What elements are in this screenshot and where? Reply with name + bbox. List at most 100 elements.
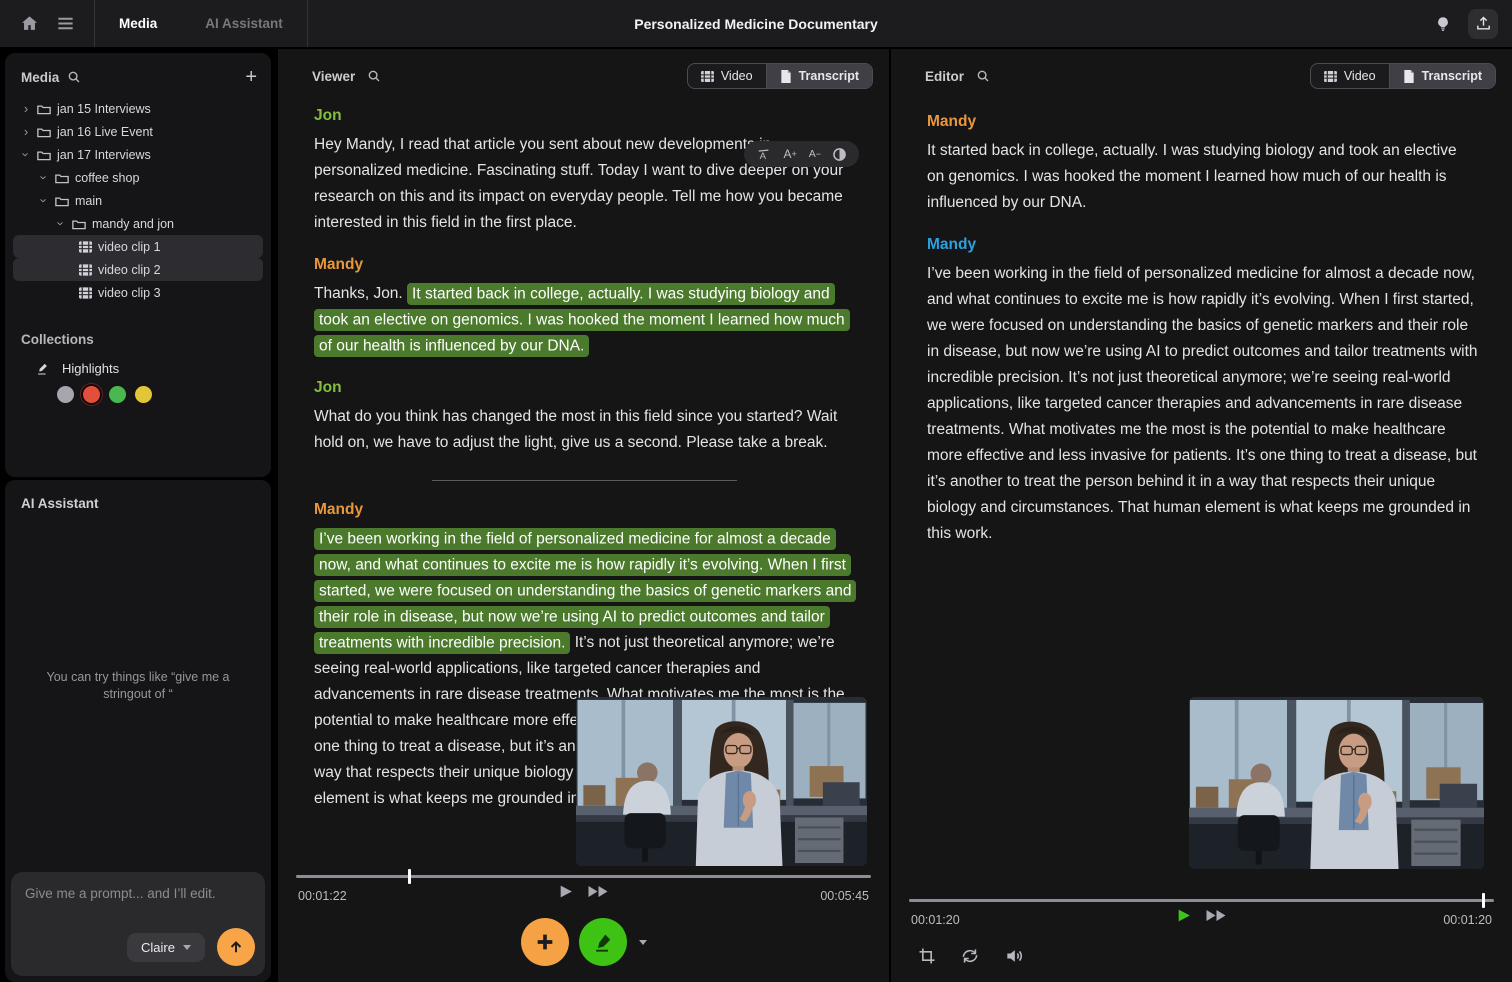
- editor-video-thumbnail[interactable]: [1189, 697, 1484, 869]
- font-increase-icon[interactable]: A+: [783, 147, 796, 161]
- prompt-placeholder: Give me a prompt... and I’ll edit.: [25, 886, 251, 901]
- svg-text:A: A: [760, 150, 767, 160]
- editor-video-tab[interactable]: Video: [1311, 64, 1389, 88]
- tips-lightbulb-icon[interactable]: [1428, 9, 1458, 39]
- crop-icon[interactable]: [917, 946, 937, 966]
- text-display-controls: A A+ A−: [744, 141, 859, 167]
- film-clip-icon: [79, 264, 92, 276]
- search-icon[interactable]: [367, 69, 381, 83]
- replace-loop-icon[interactable]: [959, 946, 981, 966]
- media-tree-folder[interactable]: › mandy and jon: [13, 212, 263, 235]
- viewer-title: Viewer: [312, 69, 355, 84]
- media-tree-folder[interactable]: › jan 15 Interviews: [13, 97, 263, 120]
- highlight-color-red[interactable]: [83, 386, 100, 403]
- film-clip-icon: [79, 241, 92, 253]
- sidebar: Media + › jan 15 Interviews › jan 16 Liv…: [0, 49, 276, 982]
- voice-selector[interactable]: Claire: [127, 933, 205, 962]
- highlight-color-yellow[interactable]: [135, 386, 152, 403]
- scene-divider: [432, 480, 737, 481]
- transcript-paragraph[interactable]: Mandy It started back in college, actual…: [927, 113, 1478, 216]
- add-media-button[interactable]: +: [245, 67, 257, 87]
- editor-current-time: 00:01:20: [911, 913, 960, 927]
- tab-ai-assistant[interactable]: AI Assistant: [181, 0, 307, 47]
- font-decrease-icon[interactable]: A−: [809, 148, 821, 160]
- highlight-options-caret[interactable]: [639, 940, 647, 945]
- highlight-button[interactable]: [579, 918, 627, 966]
- export-upload-icon[interactable]: [1468, 9, 1498, 39]
- transcript-paragraph[interactable]: Jon Hey Mandy, I read that article you s…: [314, 107, 855, 236]
- contrast-icon[interactable]: [833, 148, 846, 161]
- chevron-right-icon[interactable]: ›: [21, 124, 31, 139]
- search-icon[interactable]: [67, 70, 81, 84]
- transcript-paragraph[interactable]: Mandy I’ve been working in the field of …: [927, 236, 1478, 547]
- highlighter-icon: [592, 931, 614, 953]
- media-tree-folder[interactable]: › main: [13, 189, 263, 212]
- editor-transcript-tab[interactable]: Transcript: [1390, 64, 1495, 88]
- transcript-paragraph[interactable]: Jon What do you think has changed the mo…: [314, 379, 855, 481]
- home-icon[interactable]: [18, 13, 40, 35]
- media-tree-folder[interactable]: › jan 17 Interviews: [13, 143, 263, 166]
- top-bar: Media AI Assistant Personalized Medicine…: [0, 0, 1512, 47]
- viewer-view-toggle: Video Transcript: [687, 63, 873, 89]
- fast-forward-icon[interactable]: [1205, 908, 1227, 923]
- media-tree-clip[interactable]: video clip 1: [13, 235, 263, 258]
- speaker-name: Mandy: [314, 256, 855, 274]
- folder-icon: [55, 195, 69, 207]
- folder-icon: [55, 172, 69, 184]
- volume-icon[interactable]: [1003, 946, 1025, 966]
- collections-title: Collections: [5, 332, 271, 361]
- viewer-panel: Viewer Video Transcript A: [278, 49, 889, 982]
- viewer-video-thumbnail[interactable]: [576, 697, 867, 866]
- chevron-down-icon[interactable]: ›: [19, 150, 34, 160]
- menu-icon[interactable]: [54, 13, 76, 35]
- editor-title: Editor: [925, 69, 964, 84]
- chevron-down-icon: [183, 945, 191, 950]
- media-panel: Media + › jan 15 Interviews › jan 16 Liv…: [5, 53, 271, 477]
- viewer-current-time: 00:01:22: [298, 889, 347, 903]
- folder-icon: [37, 103, 51, 115]
- transcript-paragraph[interactable]: Mandy Thanks, Jon. It started back in co…: [314, 256, 855, 359]
- folder-icon: [37, 149, 51, 161]
- add-to-timeline-button[interactable]: [521, 918, 569, 966]
- fast-forward-icon[interactable]: [587, 884, 609, 899]
- document-icon: [780, 70, 792, 83]
- media-tree-folder[interactable]: › jan 16 Live Event: [13, 120, 263, 143]
- film-icon: [701, 71, 714, 82]
- editor-panel: Editor Video Transcript Mandy: [891, 49, 1512, 982]
- highlight-color-green[interactable]: [109, 386, 126, 403]
- chevron-down-icon[interactable]: ›: [54, 219, 69, 229]
- editor-view-toggle: Video Transcript: [1310, 63, 1496, 89]
- plus-icon: [534, 931, 556, 953]
- send-prompt-button[interactable]: [217, 928, 255, 966]
- folder-icon: [37, 126, 51, 138]
- chevron-down-icon[interactable]: ›: [37, 173, 52, 183]
- speaker-name: Jon: [314, 379, 855, 397]
- text-style-icon[interactable]: A: [757, 148, 771, 161]
- play-icon[interactable]: [558, 884, 573, 899]
- viewer-video-tab[interactable]: Video: [688, 64, 766, 88]
- arrow-up-icon: [227, 938, 245, 956]
- ai-assistant-panel: AI Assistant You can try things like “gi…: [5, 480, 271, 982]
- search-icon[interactable]: [976, 69, 990, 83]
- ai-assistant-title: AI Assistant: [5, 492, 271, 519]
- play-icon[interactable]: [1176, 908, 1191, 923]
- media-tree-clip[interactable]: video clip 3: [13, 281, 263, 304]
- chevron-down-icon[interactable]: ›: [37, 196, 52, 206]
- film-clip-icon: [79, 287, 92, 299]
- media-tree-clip[interactable]: video clip 2: [13, 258, 263, 281]
- tab-media[interactable]: Media: [95, 0, 181, 47]
- project-title: Personalized Medicine Documentary: [634, 16, 878, 32]
- highlight-color-gray[interactable]: [57, 386, 74, 403]
- chevron-right-icon[interactable]: ›: [21, 101, 31, 116]
- speaker-name: Mandy: [927, 113, 1478, 131]
- collection-highlights[interactable]: Highlights: [5, 361, 271, 376]
- speaker-name: Mandy: [314, 501, 855, 519]
- editor-controls: 00:01:20 00:01:20: [891, 899, 1512, 982]
- media-tree-folder[interactable]: › coffee shop: [13, 166, 263, 189]
- document-icon: [1403, 70, 1415, 83]
- viewer-transcript-tab[interactable]: Transcript: [767, 64, 872, 88]
- folder-icon: [72, 218, 86, 230]
- prompt-composer[interactable]: Give me a prompt... and I’ll edit. Clair…: [11, 872, 265, 976]
- divider: [307, 0, 308, 47]
- editor-total-time: 00:01:20: [1443, 913, 1492, 927]
